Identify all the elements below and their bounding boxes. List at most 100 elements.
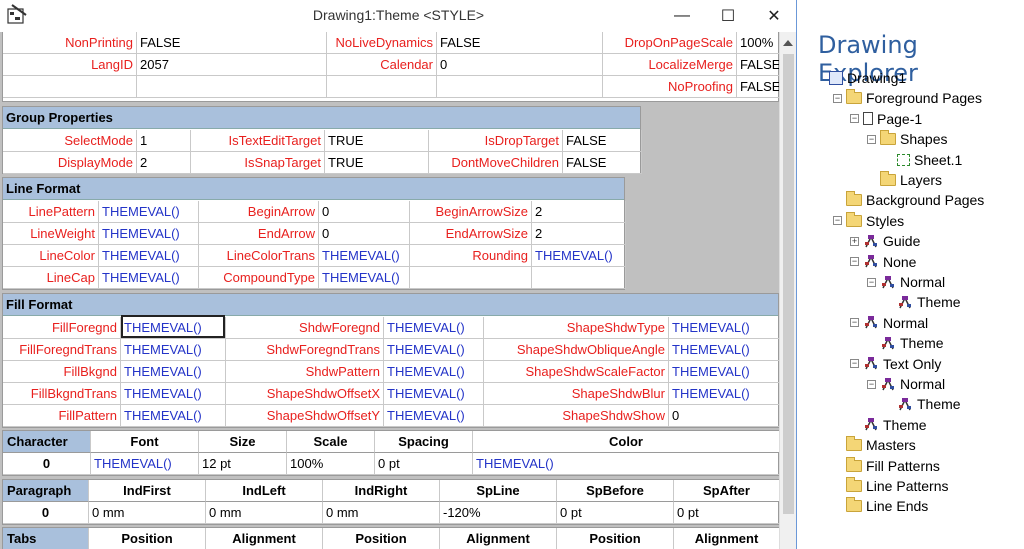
cell-value[interactable]: [437, 76, 603, 98]
cell-value[interactable]: TRUE: [325, 152, 429, 174]
tree-node[interactable]: − Normal: [850, 313, 928, 333]
cell-value[interactable]: 2: [532, 201, 626, 223]
cell-value[interactable]: THEMEVAL(): [473, 453, 779, 475]
tree-node[interactable]: Line Ends: [833, 496, 928, 516]
cell-value[interactable]: THEMEVAL(): [99, 245, 199, 267]
cell-value[interactable]: 0: [437, 54, 603, 76]
cell-value[interactable]: THEMEVAL(): [384, 383, 484, 405]
cell-value[interactable]: 100%: [287, 453, 375, 475]
section-group-properties: Group Properties SelectMode 1 IsTextEditTa…: [2, 106, 642, 174]
maximize-button[interactable]: ☐: [705, 0, 751, 32]
cell-value[interactable]: THEMEVAL(): [121, 361, 226, 383]
tree-node[interactable]: Layers: [867, 170, 942, 190]
cell-value[interactable]: THEMEVAL(): [384, 405, 484, 427]
style-icon: [880, 275, 896, 290]
collapse-icon[interactable]: −: [867, 379, 876, 389]
tree-node[interactable]: Theme: [850, 415, 927, 435]
expand-icon[interactable]: +: [850, 236, 859, 246]
tree-node[interactable]: − Shapes: [867, 129, 947, 149]
title-bar[interactable]: Drawing1:Theme <STYLE> — ☐ ✕: [0, 0, 796, 32]
cell-value[interactable]: THEMEVAL(): [121, 383, 226, 405]
collapse-icon[interactable]: −: [867, 134, 876, 144]
tree-node[interactable]: Theme: [884, 292, 961, 312]
scroll-up-arrow-icon[interactable]: [783, 40, 793, 46]
cell-value[interactable]: FALSE: [737, 54, 779, 76]
collapse-icon[interactable]: −: [850, 114, 859, 124]
folder-icon: [846, 211, 862, 227]
cell-value[interactable]: TRUE: [325, 130, 429, 152]
tree-node[interactable]: Background Pages: [833, 190, 984, 210]
tree-node[interactable]: Masters: [833, 435, 916, 455]
cell-value[interactable]: 0 mm: [89, 502, 206, 524]
collapse-icon[interactable]: −: [850, 318, 859, 328]
cell-value[interactable]: 0: [319, 201, 410, 223]
cell-value[interactable]: THEMEVAL(): [669, 339, 779, 361]
cell-value[interactable]: 0 pt: [557, 502, 674, 524]
tree-node[interactable]: − Text Only: [850, 354, 941, 374]
cell-value[interactable]: THEMEVAL(): [99, 223, 199, 245]
cell-value[interactable]: 0: [319, 223, 410, 245]
cell-value[interactable]: THEMEVAL(): [384, 339, 484, 361]
close-button[interactable]: ✕: [751, 0, 796, 32]
tree-node-label: Styles: [866, 212, 905, 229]
cell-value[interactable]: THEMEVAL(): [669, 383, 779, 405]
cell-value[interactable]: THEMEVAL(): [99, 201, 199, 223]
cell-value[interactable]: THEMEVAL(): [319, 245, 410, 267]
folder-icon: [880, 171, 896, 186]
tree-node[interactable]: − Page-1: [850, 109, 922, 129]
tree-node[interactable]: − Styles: [833, 211, 904, 231]
cell-value[interactable]: 100%: [737, 32, 779, 54]
cell-value[interactable]: 2: [532, 223, 626, 245]
cell-value[interactable]: 2057: [137, 54, 327, 76]
cell-value[interactable]: THEMEVAL(): [669, 317, 779, 339]
collapse-icon[interactable]: −: [850, 359, 859, 369]
cell-value[interactable]: 0: [669, 405, 779, 427]
collapse-icon[interactable]: −: [867, 277, 876, 287]
cell-value[interactable]: FALSE: [737, 76, 779, 98]
cell-value[interactable]: 1: [137, 130, 191, 152]
cell-value[interactable]: FALSE: [563, 130, 642, 152]
tree-node-label: Normal: [883, 314, 929, 331]
cell-value[interactable]: FALSE: [437, 32, 603, 54]
cell-value[interactable]: THEMEVAL(): [384, 317, 484, 339]
cell-value[interactable]: -120%: [440, 502, 557, 524]
minimize-button[interactable]: —: [659, 0, 705, 32]
collapse-icon[interactable]: −: [833, 93, 842, 103]
cell-value[interactable]: 0 mm: [323, 502, 440, 524]
cell-value[interactable]: FALSE: [563, 152, 642, 174]
cell-value[interactable]: [137, 76, 327, 98]
cell-value[interactable]: THEMEVAL(): [121, 339, 226, 361]
tree-node[interactable]: − None: [850, 252, 916, 272]
cell-value[interactable]: 0 pt: [674, 502, 779, 524]
cell-value[interactable]: THEMEVAL(): [99, 267, 199, 289]
vertical-scrollbar[interactable]: [779, 32, 796, 549]
cell-value[interactable]: THEMEVAL(): [91, 453, 199, 475]
collapse-icon[interactable]: −: [833, 216, 842, 226]
cell-value[interactable]: 0 mm: [206, 502, 323, 524]
cell-value[interactable]: 0 pt: [375, 453, 473, 475]
cell-value[interactable]: 2: [137, 152, 191, 174]
tree-node[interactable]: + Guide: [850, 231, 920, 251]
tree-node[interactable]: − Normal: [867, 272, 945, 292]
cell-value[interactable]: THEMEVAL(): [384, 361, 484, 383]
cell-name: NoLiveDynamics: [327, 32, 437, 54]
cell-value[interactable]: 12 pt: [199, 453, 287, 475]
cell-value[interactable]: THEMEVAL(): [669, 361, 779, 383]
tree-node[interactable]: − Foreground Pages: [833, 88, 982, 108]
cell-value[interactable]: THEMEVAL(): [319, 267, 410, 289]
cell-value[interactable]: FALSE: [137, 32, 327, 54]
cell-value[interactable]: THEMEVAL(): [532, 245, 626, 267]
cell-value[interactable]: [532, 267, 626, 289]
tree-node[interactable]: Sheet.1: [884, 150, 962, 170]
tree-node[interactable]: Drawing1: [816, 68, 906, 88]
column-header: Spacing: [375, 431, 473, 453]
scroll-thumb[interactable]: [783, 54, 794, 514]
tree-node[interactable]: Line Patterns: [833, 476, 949, 496]
tree-node[interactable]: − Normal: [867, 374, 945, 394]
tree-node[interactable]: Theme: [884, 394, 961, 414]
collapse-icon[interactable]: −: [850, 257, 859, 267]
tree-node[interactable]: Fill Patterns: [833, 456, 940, 476]
cell-value[interactable]: THEMEVAL(): [121, 405, 226, 427]
cell-name: [3, 76, 137, 98]
tree-node[interactable]: Theme: [867, 333, 944, 353]
